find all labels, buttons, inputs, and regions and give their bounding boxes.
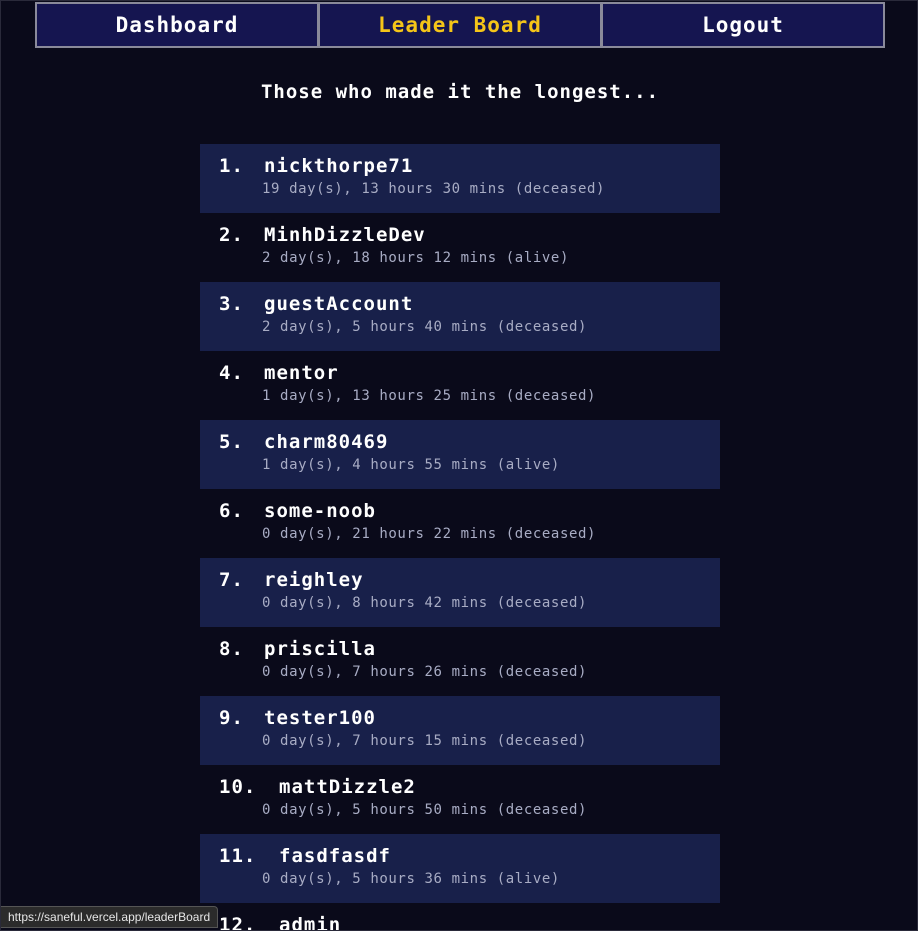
player-name: mattDizzle2 [279, 776, 416, 798]
list-item: 10. mattDizzle2 0 day(s), 5 hours 50 min… [200, 765, 720, 834]
list-item: 1. nickthorpe71 19 day(s), 13 hours 30 m… [200, 144, 720, 213]
status-url: https://saneful.vercel.app/leaderBoard [8, 910, 211, 924]
rank-number: 8. [219, 638, 244, 660]
rank-number: 4. [219, 362, 244, 384]
player-name: fasdfasdf [279, 845, 391, 867]
list-item: 9. tester100 0 day(s), 7 hours 15 mins (… [200, 696, 720, 765]
list-item: 7. reighley 0 day(s), 8 hours 42 mins (d… [200, 558, 720, 627]
player-name: mentor [264, 362, 339, 384]
link-preview-status-bar: https://saneful.vercel.app/leaderBoard [1, 906, 219, 928]
player-name: nickthorpe71 [264, 155, 414, 177]
survival-time: 0 day(s), 5 hours 36 mins (alive) [262, 871, 560, 887]
list-item: 12. admin [200, 903, 720, 931]
rank-number: 12. [219, 914, 257, 931]
list-item: 11. fasdfasdf 0 day(s), 5 hours 36 mins … [200, 834, 720, 903]
player-name: admin [279, 914, 342, 931]
app-window: Dashboard Leader Board Logout Those who … [0, 0, 918, 931]
survival-time: 0 day(s), 21 hours 22 mins (deceased) [262, 526, 597, 542]
rank-number: 9. [219, 707, 244, 729]
player-name: tester100 [264, 707, 376, 729]
top-nav: Dashboard Leader Board Logout [35, 2, 885, 48]
survival-time: 2 day(s), 18 hours 12 mins (alive) [262, 250, 569, 266]
player-name: charm80469 [264, 431, 389, 453]
survival-time: 0 day(s), 7 hours 15 mins (deceased) [262, 733, 588, 749]
player-name: priscilla [264, 638, 376, 660]
list-item: 3. guestAccount 2 day(s), 5 hours 40 min… [200, 282, 720, 351]
player-name: some-noob [264, 500, 376, 522]
rank-number: 5. [219, 431, 244, 453]
survival-time: 0 day(s), 8 hours 42 mins (deceased) [262, 595, 588, 611]
nav-logout-button[interactable]: Logout [601, 2, 885, 48]
rank-number: 6. [219, 500, 244, 522]
list-item: 8. priscilla 0 day(s), 7 hours 26 mins (… [200, 627, 720, 696]
player-name: reighley [264, 569, 364, 591]
rank-number: 1. [219, 155, 244, 177]
rank-number: 3. [219, 293, 244, 315]
player-name: MinhDizzleDev [264, 224, 426, 246]
list-item: 5. charm80469 1 day(s), 4 hours 55 mins … [200, 420, 720, 489]
player-name: guestAccount [264, 293, 414, 315]
list-item: 6. some-noob 0 day(s), 21 hours 22 mins … [200, 489, 720, 558]
rank-number: 7. [219, 569, 244, 591]
rank-number: 2. [219, 224, 244, 246]
survival-time: 1 day(s), 13 hours 25 mins (deceased) [262, 388, 597, 404]
page-title: Those who made it the longest... [260, 81, 660, 103]
leaderboard-list: 1. nickthorpe71 19 day(s), 13 hours 30 m… [200, 144, 720, 931]
survival-time: 0 day(s), 5 hours 50 mins (deceased) [262, 802, 588, 818]
survival-time: 19 day(s), 13 hours 30 mins (deceased) [262, 181, 606, 197]
nav-dashboard-button[interactable]: Dashboard [35, 2, 319, 48]
rank-number: 11. [219, 845, 257, 867]
survival-time: 1 day(s), 4 hours 55 mins (alive) [262, 457, 560, 473]
list-item: 2. MinhDizzleDev 2 day(s), 18 hours 12 m… [200, 213, 720, 282]
nav-leaderboard-button[interactable]: Leader Board [318, 2, 602, 48]
survival-time: 0 day(s), 7 hours 26 mins (deceased) [262, 664, 588, 680]
rank-number: 10. [219, 776, 257, 798]
survival-time: 2 day(s), 5 hours 40 mins (deceased) [262, 319, 588, 335]
list-item: 4. mentor 1 day(s), 13 hours 25 mins (de… [200, 351, 720, 420]
